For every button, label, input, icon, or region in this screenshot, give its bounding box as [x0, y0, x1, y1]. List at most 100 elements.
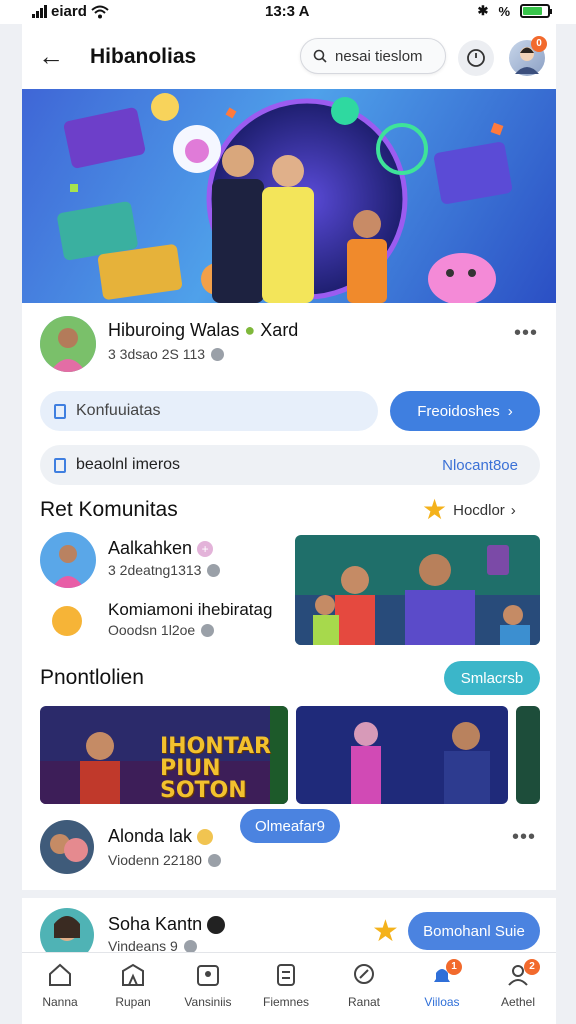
tab-grid[interactable]: Fiemnes — [256, 961, 316, 1009]
promo-image-2 — [296, 706, 508, 804]
komunitas-link[interactable]: ★ Hocdlor › — [422, 496, 516, 524]
clock-time: 13:3 A — [265, 3, 310, 20]
more-icon[interactable]: ••• — [514, 322, 538, 345]
tab-bar: Nanna Rupan Vansiniis Fiemnes Ranat 1 Vi… — [22, 952, 556, 1024]
section-title-komunitas: Ret Komunitas — [40, 498, 178, 521]
search-icon — [313, 49, 327, 63]
tab-label: Ranat — [347, 995, 381, 1009]
post-meta: Viodenn 22180 — [108, 852, 221, 868]
profile-name-suffix: Xard — [260, 320, 299, 340]
list-item-name: Aalkahken + — [108, 538, 214, 559]
promo-banner-text: IHONTAR PIUN SOTON — [160, 736, 288, 802]
divider — [22, 890, 556, 898]
promo-card-3[interactable] — [516, 706, 540, 804]
document-icon — [54, 457, 66, 473]
album-icon — [197, 965, 219, 986]
wifi-icon — [91, 5, 109, 18]
chevron-right-icon: › — [510, 501, 516, 519]
community-input[interactable]: Konfuuiatas — [40, 391, 378, 431]
document-icon — [54, 403, 66, 419]
list-item-meta-text: Ooodsn 1l2oe — [108, 622, 196, 638]
search-text: nesai tieslom — [335, 47, 423, 65]
profile-name-text: Hiburoing Walas — [108, 320, 240, 340]
post-author: Alonda lak — [108, 826, 214, 847]
leaf-icon: ● — [244, 320, 256, 340]
tab-label: Rupan — [115, 995, 151, 1009]
info-icon — [207, 853, 221, 867]
arrow-left-icon[interactable]: ← — [36, 42, 66, 72]
tab-label: Fiemnes — [262, 995, 309, 1009]
featured-profile[interactable]: Hiburoing Walas ● Xard 3 3dsao 2S 113 ••… — [22, 310, 556, 382]
more-icon[interactable]: ••• — [512, 826, 536, 849]
app-header: ← Hibanolias nesai tieslom 0 — [22, 34, 556, 80]
tab-home[interactable]: Nanna — [30, 961, 90, 1009]
tab-pin[interactable]: Ranat — [334, 961, 394, 1009]
section-title-promosi: Pnontlolien — [40, 666, 144, 689]
tab-label: Vansiniis — [184, 995, 232, 1009]
list-item-meta-text: 3 2deatng1313 — [108, 562, 202, 578]
verified-icon — [207, 916, 226, 935]
carrier-label: eiard — [51, 3, 87, 20]
secondary-link[interactable]: Nlocant8oe — [442, 457, 518, 474]
verified-icon — [211, 347, 225, 361]
bluetooth-icon: ✱ — [477, 3, 489, 18]
store-icon — [122, 963, 144, 986]
signal-icon — [32, 5, 47, 18]
coin-icon — [197, 829, 214, 846]
info-icon — [207, 563, 221, 577]
list-item-meta: Ooodsn 1l2oe — [108, 622, 215, 638]
page-title: Hibanolias — [90, 45, 197, 68]
notification-badge: 1 — [446, 959, 462, 975]
promo-card-2[interactable] — [296, 706, 508, 804]
tab-notifications[interactable]: 1 Viiloas — [412, 959, 472, 1009]
post-author-text: Soha Kantn — [108, 914, 203, 934]
home-icon — [49, 963, 71, 986]
post-author-text: Alonda lak — [108, 826, 193, 846]
info-icon — [201, 623, 215, 637]
promo-banner-line1: IHONTAR — [160, 734, 271, 759]
clock-icon — [467, 49, 485, 67]
list-item-name-text: Aalkahken — [108, 538, 193, 558]
community-photo[interactable] — [295, 535, 540, 645]
tab-label: Aethel — [500, 995, 536, 1009]
post-chip[interactable]: Bomohanl Suie — [408, 912, 540, 950]
community-input-label: Konfuuiatas — [76, 402, 161, 419]
avatar — [40, 316, 96, 372]
primary-button-label: Freoidoshes — [417, 402, 500, 420]
history-button[interactable] — [458, 40, 494, 76]
action-row: Konfuuiatas Freoidoshes › — [40, 390, 540, 432]
notification-badge: 2 — [524, 959, 540, 975]
promo-banner-line2: PIUN SOTON — [160, 756, 247, 803]
hero-banner[interactable] — [22, 89, 556, 303]
avatar[interactable]: 0 — [509, 36, 547, 76]
avatar-image — [40, 532, 96, 588]
emoji-icon — [52, 606, 82, 636]
percent-icon: % — [498, 3, 510, 19]
pin-icon — [354, 964, 374, 984]
secondary-label: beaolnl imeros — [76, 456, 181, 473]
profile-meta-text: 3 3dsao 2S 113 — [108, 346, 206, 362]
notification-badge: 0 — [531, 36, 547, 52]
promo-button[interactable]: Smlacrsb — [444, 661, 540, 695]
tab-store[interactable]: Rupan — [103, 961, 163, 1009]
list-item-meta: 3 2deatng1313 — [108, 562, 221, 578]
tab-profile[interactable]: 2 Aethel — [488, 959, 548, 1009]
tab-album[interactable]: Vansiniis — [178, 961, 238, 1009]
post-author: Soha Kantn — [108, 914, 226, 935]
tab-label: Nanna — [42, 995, 78, 1009]
profile-meta: 3 3dsao 2S 113 — [108, 346, 225, 362]
avatar — [40, 532, 96, 588]
carrier-group: eiard — [32, 3, 109, 20]
plus-icon: + — [197, 541, 214, 558]
list-item-name: Komiamoni ihebiratag — [108, 600, 273, 619]
star-icon: ★ — [372, 915, 399, 948]
search-input[interactable]: nesai tieslom — [300, 38, 446, 74]
primary-button[interactable]: Freoidoshes › — [390, 391, 540, 431]
promo-card-1[interactable]: IHONTAR PIUN SOTON — [40, 706, 288, 804]
avatar-image — [40, 820, 94, 874]
post-chip[interactable]: Olmeafar9 — [240, 809, 340, 843]
status-icons: ✱ % — [477, 3, 552, 19]
secondary-row[interactable]: beaolnl imeros Nlocant8oe — [40, 445, 540, 485]
battery-icon — [520, 4, 552, 18]
star-icon: ★ — [422, 494, 448, 525]
